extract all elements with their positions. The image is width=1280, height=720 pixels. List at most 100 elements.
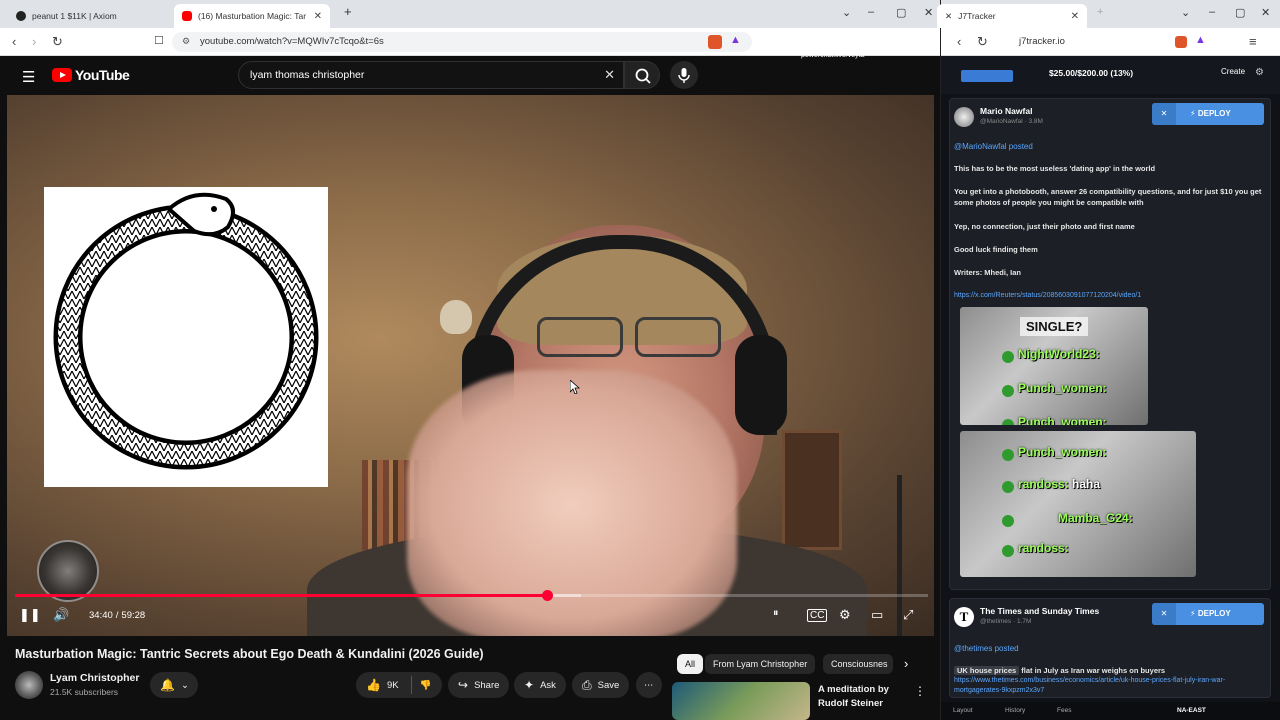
search-button[interactable] (624, 61, 660, 89)
right-tab-strip: ✕ J7Tracker ✕ + ⌄ – ▢ ✕ (937, 0, 1280, 28)
minimize-button[interactable]: – (868, 6, 874, 18)
brave-rewards-icon[interactable]: ▲ (1195, 34, 1206, 46)
minimize-button[interactable]: – (1209, 6, 1215, 18)
chat-badge-icon (1002, 385, 1014, 397)
tab-axiom[interactable]: peanut 1 $11K | Axiom (8, 4, 172, 28)
deploy-label: ⚡ DEPLOY (1190, 109, 1231, 118)
reload-icon[interactable]: ↻ (52, 34, 63, 50)
video-progress-bar[interactable] (15, 590, 928, 601)
recommendation-menu-icon[interactable]: ⋮ (914, 684, 926, 698)
menu-lines-icon[interactable]: ≡ (1249, 34, 1257, 49)
reload-icon[interactable]: ↻ (977, 34, 988, 50)
history-tab[interactable]: History (1005, 707, 1025, 714)
region-label: NA-EAST (1177, 707, 1206, 714)
miniplayer-icon[interactable]: ▭ (871, 607, 883, 623)
brave-shield-icon[interactable] (1175, 36, 1187, 48)
video-player[interactable]: ❚❚ 🔊 34:40/59:28 ⏸ CC ⚙ ▭ ⤢ (7, 95, 934, 636)
pause-icon[interactable]: ❚❚ (19, 607, 41, 623)
chip-all[interactable]: All (677, 654, 704, 674)
ask-button[interactable]: ✦ Ask (514, 672, 566, 698)
share-button[interactable]: ↪ Share (448, 672, 510, 698)
author-avatar[interactable] (954, 107, 974, 127)
youtube-logo[interactable]: YouTube (52, 67, 130, 83)
post-media-image-2[interactable]: Punch_women: randoss: haha Mamba_G24: ra… (960, 431, 1196, 577)
tab-list-chevron-icon[interactable]: ⌄ (842, 6, 851, 19)
menu-icon[interactable]: ☰ (22, 68, 35, 86)
tab-title: peanut 1 $11K | Axiom (32, 11, 117, 21)
like-button[interactable]: 👍 9K 👎 (356, 672, 442, 698)
fullscreen-icon[interactable]: ⤢ (903, 607, 913, 623)
sparkle-icon: ✦ (524, 678, 535, 692)
close-tab-icon[interactable]: ✕ (1065, 11, 1079, 22)
volume-icon[interactable]: 🔊 (53, 607, 69, 623)
back-arrow-icon[interactable]: ‹ (12, 34, 16, 49)
chip-consciousness[interactable]: Consciousnes (823, 654, 893, 674)
post-link[interactable]: https://www.thetimes.com/business/econom… (954, 676, 1264, 696)
forward-arrow-icon[interactable]: › (32, 34, 36, 49)
brave-shield-icon[interactable] (708, 35, 722, 49)
more-actions-button[interactable]: ⋯ (636, 672, 662, 698)
dislike-button[interactable]: 👎 (410, 676, 431, 694)
ouroboros-serpent-icon (53, 192, 319, 470)
glasses-lens-left (537, 317, 623, 357)
bookmark-icon[interactable]: ☐ (154, 34, 164, 47)
bell-icon: 🔔 (160, 678, 175, 692)
posted-label[interactable]: @MarioNawfal posted (954, 142, 1033, 151)
subscribed-notifications-button[interactable]: 🔔 ⌄ (150, 672, 198, 698)
youtube-logo-text: YouTube (75, 67, 130, 83)
times-logo-icon[interactable]: T (954, 607, 974, 627)
clear-search-icon[interactable]: ✕ (604, 67, 615, 83)
bookmark-save-icon: ⎙ (582, 677, 592, 692)
channel-name[interactable]: Lyam Christopher (50, 672, 139, 684)
back-arrow-icon[interactable]: ‹ (957, 34, 961, 49)
url-field[interactable]: ⚙ youtube.com/watch?v=MQWIv7cTcqo&t=6s (172, 32, 752, 52)
save-button[interactable]: ⎙ Save (572, 672, 630, 698)
axiom-favicon-icon (16, 11, 26, 21)
tab-youtube-video[interactable]: (16) Masturbation Magic: Tar ✕ (174, 4, 330, 28)
settings-gear-icon[interactable]: ⚙ (839, 607, 851, 623)
chip-from-channel[interactable]: From Lyam Christopher (705, 654, 816, 674)
layout-tab[interactable]: Layout (953, 707, 973, 714)
url-text[interactable]: j7tracker.io (1019, 36, 1065, 47)
chips-next-chevron-icon[interactable]: › (904, 656, 908, 671)
feed-post-the-times: T The Times and Sunday Times @thetimes ·… (949, 598, 1271, 698)
site-info-icon[interactable]: ⚙ (182, 36, 190, 47)
fees-tab[interactable]: Fees (1057, 707, 1071, 714)
author-name[interactable]: Mario Nawfal (980, 106, 1032, 116)
channel-avatar[interactable] (15, 671, 43, 699)
settings-icon[interactable]: ⚙ (1255, 67, 1264, 78)
maximize-button[interactable]: ▢ (896, 6, 906, 19)
post-headline: UK house prices flat in July as Iran war… (954, 665, 1264, 676)
autoplay-toggle-icon[interactable]: ⏸ (773, 607, 779, 620)
tracker-favicon-icon: ✕ (945, 10, 953, 21)
tab-list-chevron-icon[interactable]: ⌄ (1181, 6, 1190, 19)
post-link[interactable]: https://x.com/Reuters/status/20856030910… (954, 291, 1264, 301)
post-media-image-1[interactable]: SINGLE? NightWorld23: Punch_women: Punch… (960, 307, 1148, 425)
chat-row-3: Mamba_G24: (1058, 511, 1133, 525)
deploy-button[interactable]: ✕ ⚡ DEPLOY (1152, 603, 1264, 625)
create-button[interactable]: Create (1221, 67, 1245, 76)
brave-rewards-icon[interactable]: ▲ (730, 34, 741, 46)
sword-decoration (897, 475, 902, 636)
deploy-label: ⚡ DEPLOY (1190, 609, 1231, 618)
tab-j7tracker[interactable]: ✕ J7Tracker ✕ (937, 4, 1087, 28)
maximize-button[interactable]: ▢ (1235, 6, 1245, 19)
new-tab-button[interactable]: + (344, 4, 352, 19)
new-tab-button[interactable]: + (1097, 6, 1103, 18)
voice-search-button[interactable] (670, 61, 698, 89)
current-time: 34:40 (89, 610, 113, 621)
recommended-video-thumbnail[interactable] (672, 682, 810, 720)
author-name[interactable]: The Times and Sunday Times (980, 606, 1099, 616)
deploy-button[interactable]: ✕ ⚡ DEPLOY (1152, 103, 1264, 125)
tab-title: (16) Masturbation Magic: Tar (198, 11, 307, 21)
close-tab-icon[interactable]: ✕ (308, 11, 322, 22)
search-input[interactable]: lyam thomas christopher ✕ (238, 61, 624, 89)
posted-label[interactable]: @thetimes posted (954, 644, 1019, 653)
chat-badge-icon (1002, 351, 1014, 363)
author-handle: @MarioNawfal · 3.8M (980, 118, 1043, 125)
captions-icon[interactable]: CC (807, 609, 828, 622)
url-text: youtube.com/watch?v=MQWIv7cTcqo&t=6s (200, 36, 384, 47)
close-window-button[interactable]: ✕ (924, 6, 933, 19)
close-window-button[interactable]: ✕ (1261, 6, 1270, 19)
recommended-video-title[interactable]: A meditation by Rudolf Steiner (818, 683, 918, 711)
